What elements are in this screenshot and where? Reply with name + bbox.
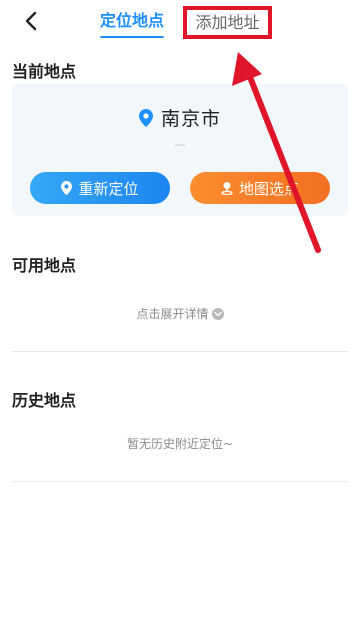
location-pin-icon — [138, 108, 153, 127]
history-locations-title: 历史地点 — [12, 391, 77, 410]
current-location-card: 南京市 --- 重新定位 地图选点 — [12, 84, 348, 216]
chevron-down-icon — [211, 307, 224, 320]
city-subtitle: --- — [174, 140, 186, 151]
city-row: 南京市 — [12, 104, 348, 131]
map-pick-button[interactable]: 地图选点 — [190, 172, 330, 204]
section-divider — [12, 351, 348, 352]
active-tab-indicator — [100, 36, 164, 38]
top-bar: 定位地点 添加地址 — [0, 0, 360, 44]
map-pick-label: 地图选点 — [238, 179, 299, 198]
expand-details-button[interactable]: 点击展开详情 — [0, 305, 360, 322]
location-pin-icon — [61, 181, 73, 195]
tab-add-address-highlight: 添加地址 — [183, 6, 272, 39]
relocate-button[interactable]: 重新定位 — [30, 172, 170, 204]
chevron-left-icon — [25, 11, 37, 31]
expand-details-label: 点击展开详情 — [136, 307, 209, 321]
available-locations-title: 可用地点 — [12, 256, 77, 275]
tab-add-address[interactable]: 添加地址 — [195, 12, 259, 34]
relocate-label: 重新定位 — [78, 179, 139, 198]
section-divider — [12, 481, 348, 482]
city-name: 南京市 — [160, 108, 221, 130]
map-pin-icon — [221, 182, 233, 195]
back-button[interactable] — [18, 8, 44, 34]
current-location-title: 当前地点 — [12, 62, 77, 81]
history-empty-text: 暂无历史附近定位~ — [126, 437, 234, 451]
tab-locate-place[interactable]: 定位地点 — [100, 10, 164, 32]
